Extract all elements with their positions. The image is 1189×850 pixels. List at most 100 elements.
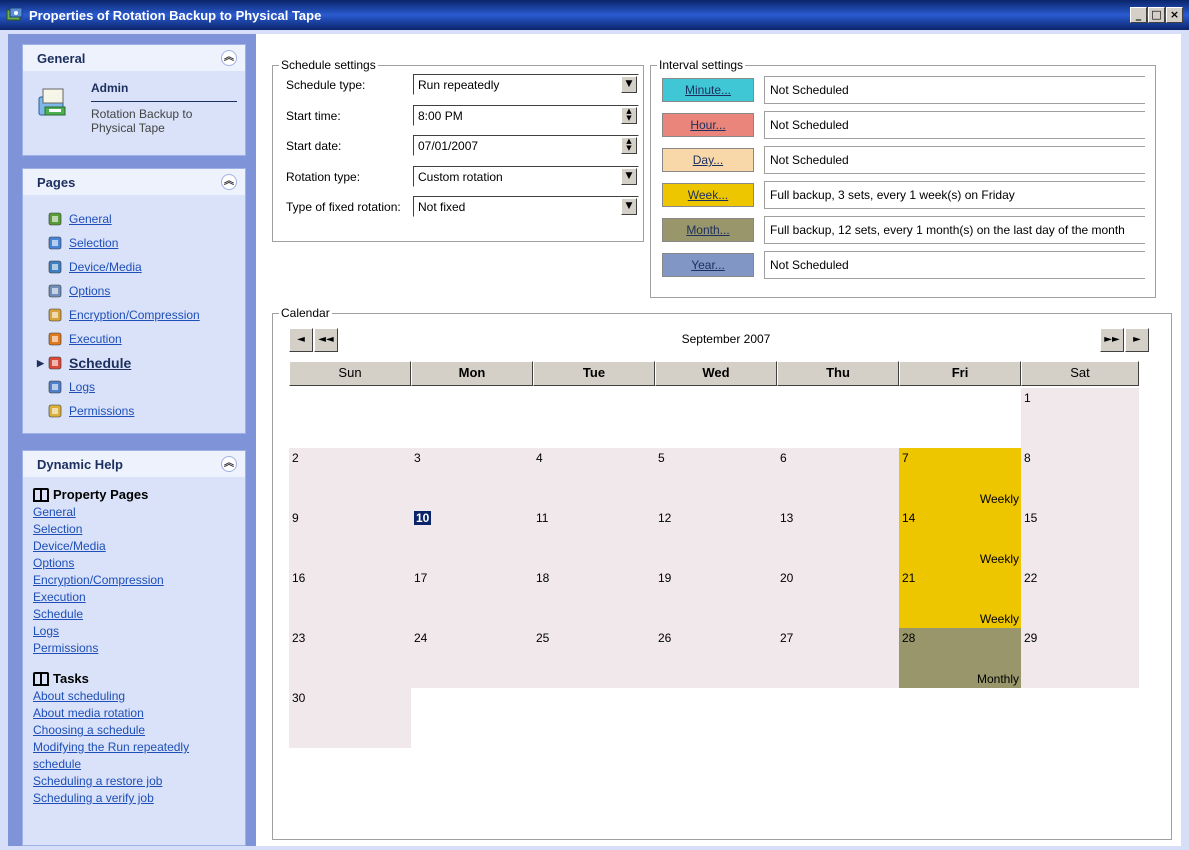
help-link[interactable]: About media rotation: [33, 705, 189, 722]
app-icon: [6, 7, 23, 21]
calendar-day-cell[interactable]: 2: [289, 448, 411, 508]
fixed-rotation-select[interactable]: Not fixed ▼: [413, 196, 639, 217]
help-link[interactable]: Scheduling a restore job: [33, 773, 189, 790]
collapse-chevron-icon[interactable]: ︽: [221, 456, 237, 472]
help-link[interactable]: Encryption/Compression: [33, 572, 189, 589]
calendar-day-cell[interactable]: 23: [289, 628, 411, 688]
calendar-day-cell[interactable]: 13: [777, 508, 899, 568]
sidebar-item-options[interactable]: Options: [47, 279, 200, 303]
help-link[interactable]: General: [33, 504, 189, 521]
help-link[interactable]: Choosing a schedule: [33, 722, 189, 739]
day-header-sun: Sun: [289, 361, 411, 386]
close-button[interactable]: ×: [1166, 7, 1183, 23]
collapse-chevron-icon[interactable]: ︽: [221, 50, 237, 66]
calendar-day-cell[interactable]: 3: [411, 448, 533, 508]
calendar-day-cell[interactable]: 4: [533, 448, 655, 508]
calendar-day-cell[interactable]: 29: [1021, 628, 1139, 688]
next-month-button[interactable]: ►: [1125, 328, 1149, 352]
help-link[interactable]: Logs: [33, 623, 189, 640]
start-time-input[interactable]: 8:00 PM ▲ ▼: [413, 105, 639, 126]
calendar-body: ◄ ◄◄ September 2007 ►► ► Sun Mon Tue Wed Thu…: [272, 306, 1172, 840]
help-link[interactable]: Options: [33, 555, 189, 572]
interval-minute-button[interactable]: Minute...: [662, 78, 754, 102]
calendar-day-cell[interactable]: 26: [655, 628, 777, 688]
calendar-day-cell[interactable]: 9: [289, 508, 411, 568]
calendar-day-cell[interactable]: 14 Weekly: [899, 508, 1021, 568]
dropdown-arrow-icon[interactable]: ▼: [621, 76, 637, 93]
sidebar-item-permissions[interactable]: Permissions: [47, 399, 200, 423]
calendar-day-cell[interactable]: 20: [777, 568, 899, 628]
calendar-day-cell[interactable]: 15: [1021, 508, 1139, 568]
help-link[interactable]: Schedule: [33, 606, 189, 623]
calendar-day-cell[interactable]: 30: [289, 688, 411, 748]
calendar-day-cell[interactable]: 11: [533, 508, 655, 568]
general-panel-header[interactable]: General ︽: [23, 45, 245, 71]
interval-day-button[interactable]: Day...: [662, 148, 754, 172]
schedule-settings-body: Schedule type: Run repeatedly ▼ Start ti…: [272, 58, 644, 242]
title-bar[interactable]: Properties of Rotation Backup to Physica…: [0, 0, 1189, 30]
interval-summary: Not Scheduled: [764, 146, 1145, 174]
calendar-day-cell[interactable]: 16: [289, 568, 411, 628]
minimize-button[interactable]: _: [1130, 7, 1147, 23]
calendar-day-cell[interactable]: 17: [411, 568, 533, 628]
calendar-day-cell[interactable]: 1: [1021, 388, 1139, 448]
calendar-day-cell[interactable]: 22: [1021, 568, 1139, 628]
help-link[interactable]: Selection: [33, 521, 189, 538]
sidebar-item-logs[interactable]: Logs: [47, 375, 200, 399]
dropdown-arrow-icon[interactable]: ▼: [621, 168, 637, 185]
help-link[interactable]: Execution: [33, 589, 189, 606]
calendar-day-cell[interactable]: 8: [1021, 448, 1139, 508]
sidebar-item-general[interactable]: General: [47, 207, 200, 231]
start-date-input[interactable]: 07/01/2007 ▲ ▼: [413, 135, 639, 156]
interval-year-button[interactable]: Year...: [662, 253, 754, 277]
sidebar-item-device-media[interactable]: Device/Media: [47, 255, 200, 279]
dropdown-arrow-icon[interactable]: ▼: [621, 198, 637, 215]
maximize-button[interactable]: □: [1148, 7, 1165, 23]
calendar-day-cell[interactable]: 18: [533, 568, 655, 628]
execution-icon: [48, 332, 62, 346]
rotation-type-select[interactable]: Custom rotation ▼: [413, 166, 639, 187]
calendar-day-cell[interactable]: 24: [411, 628, 533, 688]
sidebar-item-encryption-compression[interactable]: Encryption/Compression: [47, 303, 200, 327]
logs-icon: [48, 380, 62, 394]
calendar-day-cell[interactable]: 25: [533, 628, 655, 688]
divider: [91, 101, 237, 102]
schedule-type-select[interactable]: Run repeatedly ▼: [413, 74, 639, 95]
interval-hour-button[interactable]: Hour...: [662, 113, 754, 137]
pages-panel-header[interactable]: Pages ︽: [23, 169, 245, 195]
calendar-day-cell[interactable]: 12: [655, 508, 777, 568]
sidebar-item-label: Encryption/Compression: [69, 308, 200, 322]
calendar-day-cell[interactable]: 6: [777, 448, 899, 508]
spinner-icon[interactable]: ▲ ▼: [621, 137, 637, 154]
day-number: 18: [536, 571, 550, 585]
help-link[interactable]: Scheduling a verify job: [33, 790, 189, 807]
help-link[interactable]: Modifying the Run repeatedly: [33, 739, 189, 756]
help-link[interactable]: Device/Media: [33, 538, 189, 555]
sidebar-item-execution[interactable]: Execution: [47, 327, 200, 351]
help-link[interactable]: About scheduling: [33, 688, 189, 705]
calendar-day-cell[interactable]: 21 Weekly: [899, 568, 1021, 628]
interval-month-button[interactable]: Month...: [662, 218, 754, 242]
calendar-day-cell[interactable]: 19: [655, 568, 777, 628]
calendar-day-cell[interactable]: 28 Monthly: [899, 628, 1021, 688]
day-header-wed: Wed: [655, 361, 777, 386]
sidebar-item-schedule[interactable]: ▶ Schedule: [37, 351, 200, 375]
help-panel-header[interactable]: Dynamic Help ︽: [23, 451, 245, 477]
help-link[interactable]: Permissions: [33, 640, 189, 657]
next-year-button[interactable]: ►►: [1100, 328, 1124, 352]
collapse-chevron-icon[interactable]: ︽: [221, 174, 237, 190]
interval-settings-body: Minute... Not Scheduled Hour... Not Schedul…: [650, 58, 1156, 298]
spinner-icon[interactable]: ▲ ▼: [621, 107, 637, 124]
job-description: Rotation Backup to Physical Tape: [91, 107, 193, 135]
interval-row: Week... Full backup, 3 sets, every 1 week…: [662, 181, 1145, 209]
calendar-day-cell[interactable]: 10: [411, 508, 533, 568]
tasks-heading: Tasks: [33, 671, 189, 686]
interval-week-button[interactable]: Week...: [662, 183, 754, 207]
calendar-day-cell[interactable]: 7 Weekly: [899, 448, 1021, 508]
calendar-day-cell[interactable]: 27: [777, 628, 899, 688]
dynamic-help-panel: Dynamic Help ︽ Property Pages General Sel…: [22, 450, 246, 846]
calendar-day-cell[interactable]: 5: [655, 448, 777, 508]
help-link[interactable]: schedule: [33, 756, 189, 773]
interval-summary: Full backup, 12 sets, every 1 month(s) o…: [764, 216, 1145, 244]
sidebar-item-selection[interactable]: Selection: [47, 231, 200, 255]
